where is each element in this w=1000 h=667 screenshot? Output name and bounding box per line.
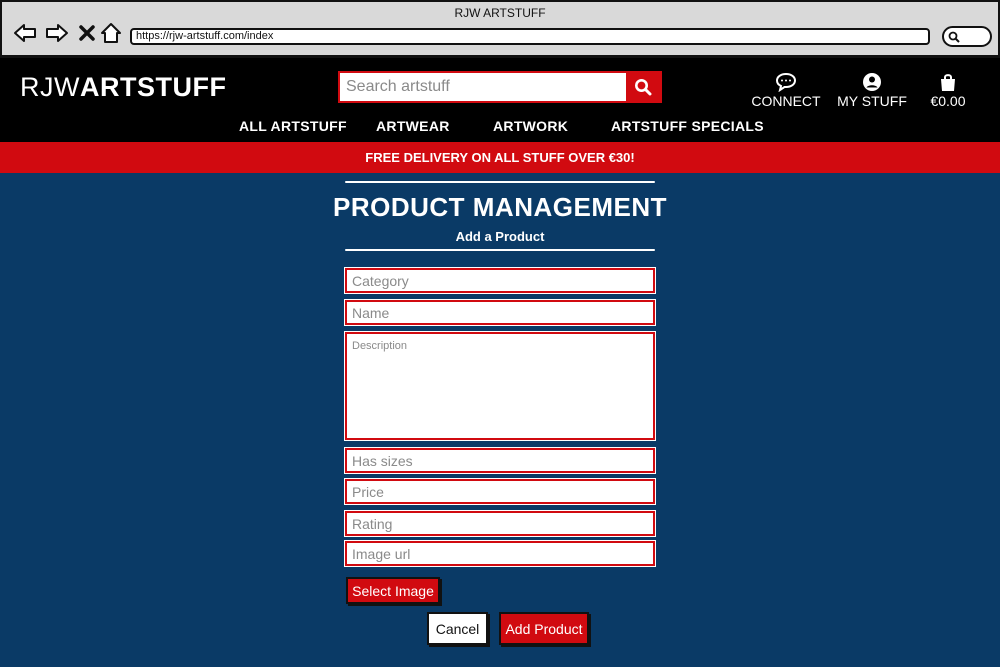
image-url-field[interactable] xyxy=(344,540,656,567)
chat-bubble-icon xyxy=(775,72,797,92)
browser-chrome: RJW ARTSTUFF https://rjw-artstuff.com/in… xyxy=(0,0,1000,58)
my-stuff-link[interactable]: MY STUFF xyxy=(836,72,908,109)
connect-link[interactable]: CONNECT xyxy=(750,72,822,109)
search-button[interactable] xyxy=(626,73,660,101)
search-input[interactable] xyxy=(340,73,628,101)
my-stuff-label: MY STUFF xyxy=(837,93,907,109)
description-field[interactable] xyxy=(344,331,656,441)
site-search xyxy=(338,71,662,103)
logo-bold-text: ARTSTUFF xyxy=(79,72,227,102)
price-field[interactable] xyxy=(344,478,656,505)
shopping-bag-link[interactable]: €0.00 xyxy=(922,72,974,109)
forward-arrow-icon xyxy=(46,24,68,42)
stop-button[interactable] xyxy=(74,20,100,46)
cancel-button[interactable]: Cancel xyxy=(427,612,488,645)
window-title: RJW ARTSTUFF xyxy=(454,6,546,20)
select-image-button[interactable]: Select Image xyxy=(346,577,440,604)
page-subtitle: Add a Product xyxy=(455,229,545,244)
nav-all-artstuff[interactable]: ALL ARTSTUFF xyxy=(239,118,347,134)
nav-artstuff-specials[interactable]: ARTSTUFF SPECIALS xyxy=(611,118,764,134)
close-icon xyxy=(79,25,95,41)
rating-field[interactable] xyxy=(344,510,656,537)
forward-button[interactable] xyxy=(44,20,70,46)
nav-artwork[interactable]: ARTWORK xyxy=(493,118,568,134)
page-title: PRODUCT MANAGEMENT xyxy=(333,192,667,222)
address-bar[interactable]: https://rjw-artstuff.com/index xyxy=(130,28,930,45)
add-product-button[interactable]: Add Product xyxy=(499,612,589,645)
home-button[interactable] xyxy=(98,20,124,46)
bottom-divider xyxy=(345,249,655,251)
home-icon xyxy=(101,23,121,43)
search-icon xyxy=(635,79,652,96)
user-icon xyxy=(863,73,881,91)
name-field[interactable] xyxy=(344,299,656,326)
logo-light-text: RJW xyxy=(20,72,80,102)
nav-artwear[interactable]: ARTWEAR xyxy=(376,118,450,134)
shopping-bag-icon xyxy=(941,74,955,91)
browser-search-box[interactable] xyxy=(942,26,992,47)
delivery-banner: FREE DELIVERY ON ALL STUFF OVER €30! xyxy=(0,142,1000,173)
bag-total: €0.00 xyxy=(930,93,966,109)
back-button[interactable] xyxy=(12,20,38,46)
connect-label: CONNECT xyxy=(751,93,821,109)
site-header: RJWARTSTUFF CONNECT MY STUFF €0.00 ALL A… xyxy=(0,58,1000,142)
search-icon xyxy=(948,31,960,43)
top-divider xyxy=(345,181,655,183)
category-field[interactable] xyxy=(344,267,656,294)
has-sizes-field[interactable] xyxy=(344,447,656,474)
back-arrow-icon xyxy=(14,24,36,42)
site-logo[interactable]: RJWARTSTUFF xyxy=(20,72,226,103)
